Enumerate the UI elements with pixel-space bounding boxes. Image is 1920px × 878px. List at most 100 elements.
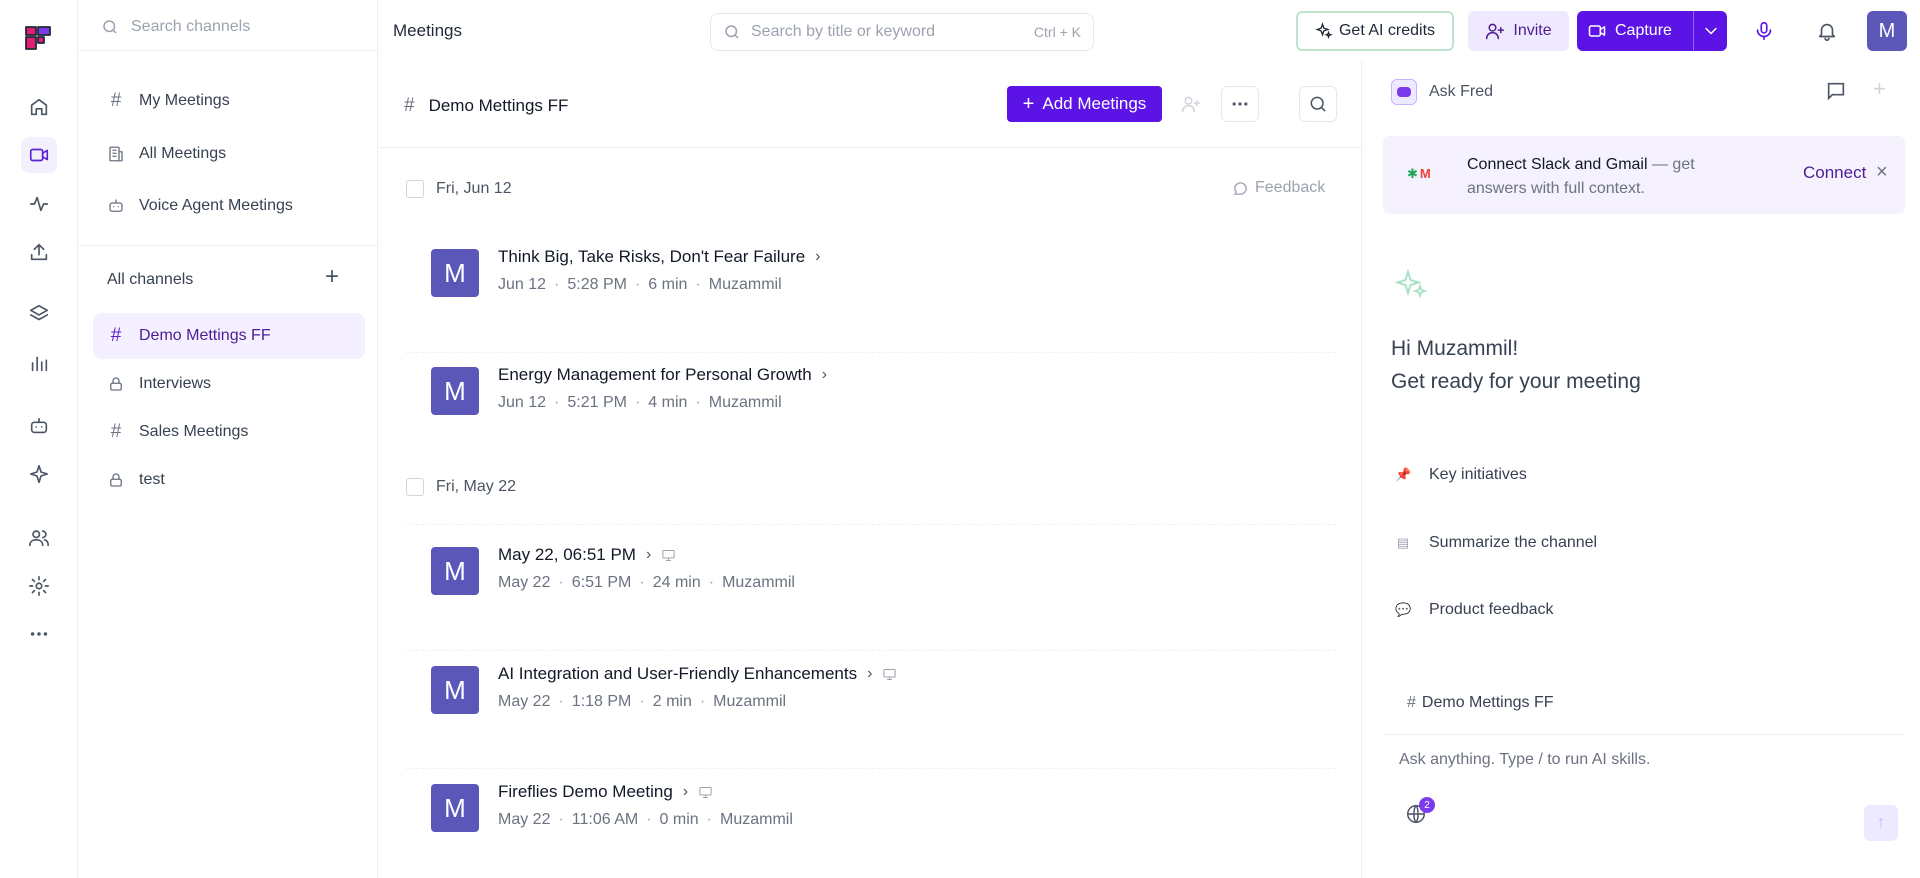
meeting-owner: Muzammil	[720, 811, 793, 828]
chevron-right-icon: ›	[815, 248, 821, 265]
meeting-row[interactable]: M May 22, 06:51 PM › May 22 · 6:51 PM · 24 …	[431, 545, 1331, 625]
meeting-owner: Muzammil	[708, 276, 782, 293]
suggestion-label: Product feedback	[1429, 601, 1554, 618]
channel-item-test[interactable]: test	[93, 457, 365, 503]
chat-composer: Ask anything. Type / to run AI skills. 2…	[1383, 734, 1905, 878]
context-channel-chip[interactable]: # Demo Mettings FF	[1407, 694, 1554, 712]
avatar: M	[431, 249, 479, 297]
activity-icon[interactable]	[21, 186, 57, 222]
meeting-row[interactable]: M Think Big, Take Risks, Don't Fear Fail…	[431, 247, 1331, 327]
meeting-duration: 4 min	[648, 394, 688, 411]
meeting-time: 5:21 PM	[567, 394, 627, 411]
user-avatar[interactable]: M	[1867, 11, 1907, 51]
meeting-duration: 0 min	[659, 811, 699, 828]
meeting-title[interactable]: May 22, 06:51 PM	[498, 545, 636, 565]
chat-input[interactable]: Ask anything. Type / to run AI skills.	[1399, 751, 1650, 769]
meeting-owner: Muzammil	[722, 574, 795, 591]
new-chat-button[interactable]: +	[1873, 76, 1886, 102]
ask-fred-panel: Ask Fred + ✱ M Connect Slack and Gmail — …	[1363, 62, 1920, 878]
capture-main[interactable]: Capture	[1577, 11, 1693, 51]
channel-header: # Demo Mettings FF + Add Meetings	[379, 62, 1362, 148]
sparkle-icon[interactable]	[21, 456, 57, 492]
home-icon[interactable]	[21, 89, 57, 125]
channel-item-demo-mettings-ff[interactable]: # Demo Mettings FF	[93, 313, 365, 359]
connect-text-bold: Connect Slack and Gmail	[1467, 156, 1648, 173]
suggestion-product-feedback[interactable]: 💬 Product feedback	[1395, 601, 1554, 619]
add-channel-button[interactable]: +	[319, 264, 345, 290]
channel-search-input[interactable]: Search channels	[101, 18, 250, 36]
more-dots-icon[interactable]	[21, 616, 57, 652]
nav-voice-agent-meetings[interactable]: Voice Agent Meetings	[93, 183, 365, 229]
select-group-checkbox[interactable]	[406, 180, 424, 198]
invite-label: Invite	[1513, 22, 1552, 39]
bot-icon	[109, 199, 123, 212]
connect-integrations-banner: ✱ M Connect Slack and Gmail — get answers…	[1383, 136, 1905, 214]
global-search-input[interactable]: Search by title or keyword Ctrl + K	[710, 13, 1094, 51]
assistant-header: Ask Fred	[1391, 79, 1493, 105]
chevron-right-icon: ›	[821, 366, 828, 383]
capture-button[interactable]: Capture	[1577, 11, 1727, 51]
sparkle-icon	[1315, 22, 1333, 39]
search-icon[interactable]	[1299, 86, 1337, 122]
settings-gear-icon[interactable]	[21, 568, 57, 604]
search-icon	[103, 20, 117, 34]
meeting-title[interactable]: Think Big, Take Risks, Don't Fear Failur…	[498, 247, 805, 267]
channel-label: Interviews	[139, 375, 212, 392]
divider	[79, 50, 377, 51]
hash-icon: #	[110, 90, 122, 111]
channel-label: Sales Meetings	[139, 423, 249, 440]
team-icon[interactable]	[21, 520, 57, 556]
plus-icon: +	[1022, 93, 1035, 115]
meeting-duration: 6 min	[648, 276, 688, 293]
screen-share-icon	[883, 668, 897, 680]
divider	[406, 650, 1336, 651]
get-ai-credits-button[interactable]: Get AI credits	[1296, 11, 1454, 51]
add-member-icon[interactable]	[1172, 86, 1210, 122]
meeting-title[interactable]: Energy Management for Personal Growth	[498, 365, 812, 385]
meeting-owner: Muzammil	[708, 394, 782, 411]
feedback-button[interactable]: Feedback	[1232, 179, 1325, 197]
close-icon[interactable]: ×	[1876, 161, 1888, 184]
connect-button[interactable]: Connect	[1803, 163, 1866, 183]
meetings-list-panel: # Demo Mettings FF + Add Meetings Fri, J…	[379, 62, 1362, 878]
feedback-label: Feedback	[1255, 179, 1326, 196]
select-group-checkbox[interactable]	[406, 478, 424, 496]
meeting-row[interactable]: M AI Integration and User-Friendly Enhan…	[431, 664, 1331, 744]
channel-item-sales-meetings[interactable]: # Sales Meetings	[93, 409, 365, 455]
bell-icon[interactable]	[1812, 16, 1842, 46]
add-meetings-button[interactable]: + Add Meetings	[1007, 86, 1162, 122]
fireflies-logo[interactable]	[24, 24, 52, 52]
nav-my-meetings[interactable]: # My Meetings	[93, 78, 365, 124]
channel-label: Demo Mettings FF	[139, 327, 271, 344]
date-label: Fri, Jun 12	[436, 180, 512, 197]
channel-item-interviews[interactable]: Interviews	[93, 361, 365, 407]
avatar: M	[431, 547, 479, 595]
meeting-duration: 2 min	[652, 693, 692, 710]
send-button[interactable]: ↑	[1864, 805, 1898, 841]
meeting-title[interactable]: Fireflies Demo Meeting	[498, 782, 673, 802]
icon-rail	[0, 0, 78, 878]
nav-all-meetings[interactable]: All Meetings	[93, 131, 365, 177]
capture-dropdown-toggle[interactable]	[1693, 11, 1727, 51]
invite-button[interactable]: Invite	[1468, 11, 1569, 51]
suggestion-summarize-channel[interactable]: ▤ Summarize the channel	[1395, 534, 1597, 552]
meeting-row[interactable]: M Energy Management for Personal Growth ›…	[431, 365, 1331, 445]
upload-icon[interactable]	[21, 234, 57, 270]
divider	[406, 524, 1336, 525]
chat-history-icon[interactable]	[1825, 80, 1847, 106]
layers-icon[interactable]	[21, 296, 57, 332]
suggestion-key-initiatives[interactable]: 📌 Key initiatives	[1395, 466, 1527, 484]
analytics-icon[interactable]	[21, 345, 57, 381]
microphone-icon[interactable]	[1749, 16, 1779, 46]
avatar: M	[431, 666, 479, 714]
greeting-line2: Get ready for your meeting	[1391, 370, 1641, 393]
more-options-icon[interactable]	[1221, 86, 1259, 122]
bot-icon[interactable]	[21, 408, 57, 444]
pin-icon: 📌	[1395, 467, 1412, 482]
top-bar: Meetings Search by title or keyword Ctrl…	[379, 0, 1920, 62]
suggestion-label: Summarize the channel	[1429, 534, 1598, 551]
meeting-row[interactable]: M Fireflies Demo Meeting › May 22 · 11:06 …	[431, 782, 1331, 862]
meeting-title[interactable]: AI Integration and User-Friendly Enhance…	[498, 664, 857, 684]
screen-share-icon	[699, 786, 712, 798]
meetings-video-icon[interactable]	[21, 137, 57, 173]
